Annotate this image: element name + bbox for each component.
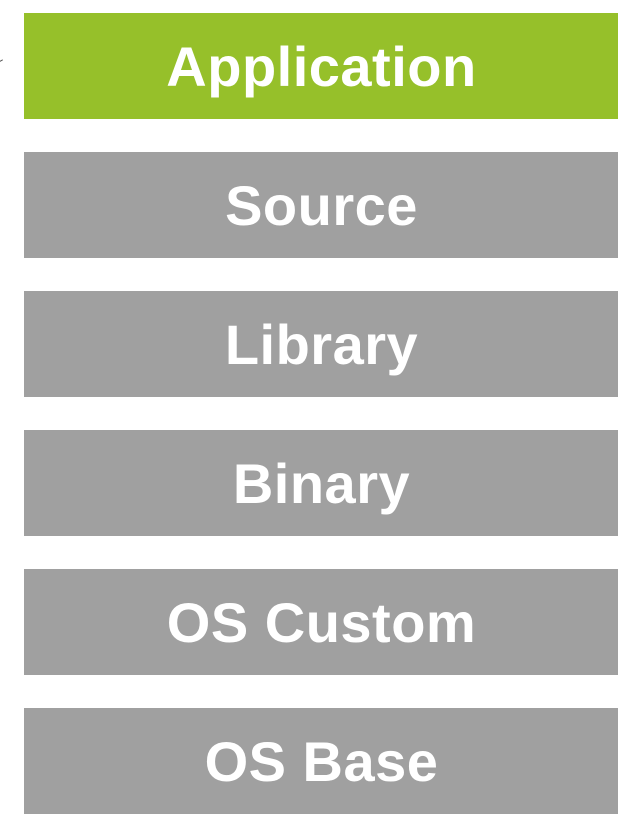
- layer-label: Source: [225, 173, 418, 237]
- layer-os-custom[interactable]: OS Custom: [24, 569, 618, 675]
- layer-label: OS Base: [204, 729, 439, 793]
- layer-label: Library: [224, 312, 419, 376]
- layer-source[interactable]: Source: [24, 152, 618, 258]
- layer-library[interactable]: Library: [24, 291, 618, 397]
- edge-mark: [0, 59, 5, 66]
- layer-label: Application: [166, 34, 477, 98]
- layer-application[interactable]: Application: [24, 13, 618, 119]
- layer-label: Binary: [232, 451, 411, 515]
- layer-binary[interactable]: Binary: [24, 430, 618, 536]
- layer-label: OS Custom: [166, 590, 477, 654]
- layer-os-base[interactable]: OS Base: [24, 708, 618, 814]
